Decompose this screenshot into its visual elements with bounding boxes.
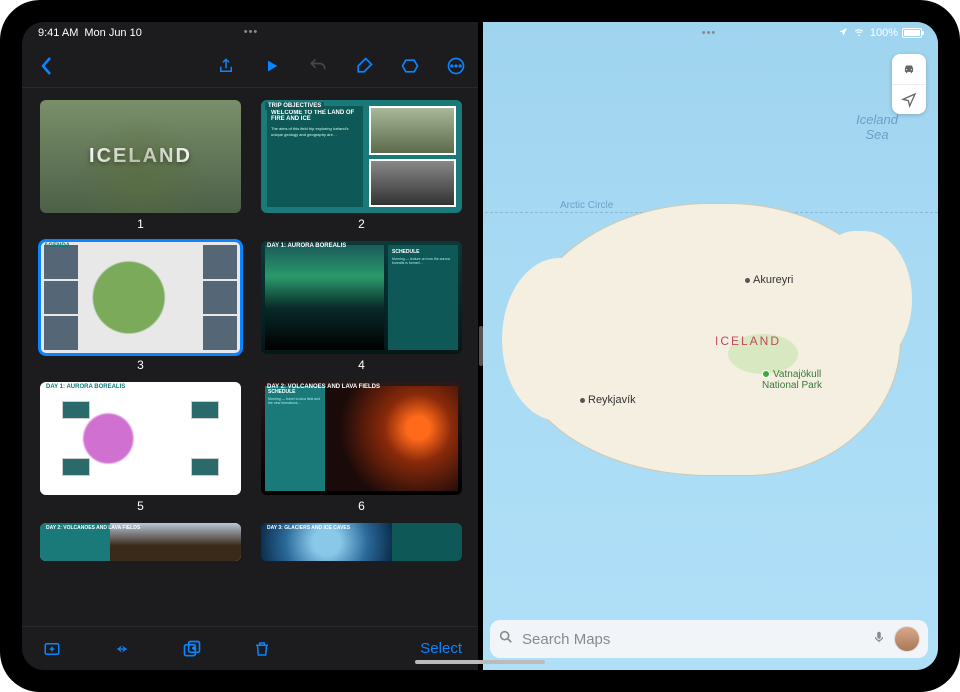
country-label: ICELAND — [715, 334, 781, 348]
arctic-circle-label: Arctic Circle — [560, 200, 613, 211]
more-button[interactable] — [444, 54, 468, 78]
place-akureyri[interactable]: Akureyri — [745, 274, 793, 286]
slide-4-title: DAY 1: AURORA BOREALIS — [267, 243, 346, 249]
duplicate-slide-button[interactable] — [180, 637, 204, 661]
battery-icon — [902, 28, 922, 38]
park-label[interactable]: Vatnajökull National Park — [762, 369, 822, 391]
add-slide-button[interactable] — [40, 637, 64, 661]
search-icon — [498, 629, 514, 650]
slide-thumb-7[interactable]: DAY 2: VOLCANOES AND LAVA FIELDS — [40, 523, 241, 561]
slide-thumb-8[interactable]: DAY 3: GLACIERS AND ICE CAVES — [261, 523, 462, 561]
sea-label: Iceland Sea — [856, 112, 898, 142]
status-bar: 9:41 AM Mon Jun 10 100% — [22, 22, 938, 44]
slide-thumb-5[interactable]: DAY 1: AURORA BOREALIS 5 — [40, 382, 241, 513]
home-indicator[interactable] — [415, 660, 545, 664]
map-mode-toolbar — [892, 54, 926, 114]
skip-slide-button[interactable] — [110, 637, 134, 661]
animate-button[interactable] — [398, 54, 422, 78]
delete-slide-button[interactable] — [250, 637, 274, 661]
slide-number: 5 — [137, 499, 144, 513]
slide-thumb-4[interactable]: DAY 1: AURORA BOREALIS SCHEDULEMorning —… — [261, 241, 462, 372]
user-avatar-button[interactable] — [894, 626, 920, 652]
screen: 9:41 AM Mon Jun 10 100% ••• — [22, 22, 938, 670]
ipad-frame: 9:41 AM Mon Jun 10 100% ••• — [0, 0, 960, 692]
status-time: 9:41 AM — [38, 27, 78, 39]
slide-thumb-3[interactable]: AGENDA 3 — [40, 241, 241, 372]
map-canvas[interactable]: Iceland Sea Arctic Circle Akureyri Reykj… — [480, 22, 938, 670]
keynote-toolbar — [22, 44, 480, 88]
keynote-bottom-toolbar: Select — [22, 626, 480, 670]
maps-app[interactable]: ••• Iceland Sea Arctic Circle Akureyri R… — [480, 22, 938, 670]
split-view-divider[interactable] — [478, 22, 483, 670]
park-pin-icon — [762, 370, 770, 378]
undo-button[interactable] — [306, 54, 330, 78]
format-brush-button[interactable] — [352, 54, 376, 78]
select-button[interactable]: Select — [420, 640, 462, 657]
slide-light-table[interactable]: ICELAND 1 TRIP OBJECTIVES WELCOME TO THE… — [22, 88, 480, 626]
slide-6-title: DAY 2: VOLCANOES AND LAVA FIELDS — [267, 384, 380, 390]
slide-number: 1 — [137, 217, 144, 231]
slide-thumb-2[interactable]: TRIP OBJECTIVES WELCOME TO THE LAND OF F… — [261, 100, 462, 231]
slide-number: 4 — [358, 358, 365, 372]
slide-number: 6 — [358, 499, 365, 513]
slide-number: 3 — [137, 358, 144, 372]
dictation-button[interactable] — [872, 628, 886, 651]
back-button[interactable] — [34, 54, 58, 78]
keynote-app: ••• — [22, 22, 480, 670]
slide-thumb-6[interactable]: DAY 2: VOLCANOES AND LAVA FIELDS SCHEDUL… — [261, 382, 462, 513]
slide-8-title: DAY 3: GLACIERS AND ICE CAVES — [267, 525, 350, 531]
slide-3-title: AGENDA — [44, 243, 70, 249]
location-button[interactable] — [892, 84, 926, 114]
slide-7-title: DAY 2: VOLCANOES AND LAVA FIELDS — [46, 525, 140, 531]
slide-number: 2 — [358, 217, 365, 231]
multitask-control[interactable]: ••• — [702, 27, 717, 39]
search-input[interactable] — [522, 631, 864, 648]
share-button[interactable] — [214, 54, 238, 78]
play-button[interactable] — [260, 54, 284, 78]
status-date: Mon Jun 10 — [84, 27, 141, 39]
slide-5-title: DAY 1: AURORA BOREALIS — [46, 384, 125, 390]
wifi-icon — [852, 27, 866, 40]
multitask-control[interactable]: ••• — [244, 26, 259, 38]
battery-percent: 100% — [870, 27, 898, 39]
slide-1-title: ICELAND — [89, 145, 192, 168]
slide-2-title: TRIP OBJECTIVES — [265, 102, 324, 110]
iceland-shape — [517, 203, 902, 475]
location-indicator-icon — [838, 27, 848, 40]
slide-thumb-1[interactable]: ICELAND 1 — [40, 100, 241, 231]
place-reykjavik[interactable]: Reykjavík — [580, 394, 636, 406]
maps-search-bar[interactable] — [490, 620, 928, 658]
driving-mode-button[interactable] — [892, 54, 926, 84]
